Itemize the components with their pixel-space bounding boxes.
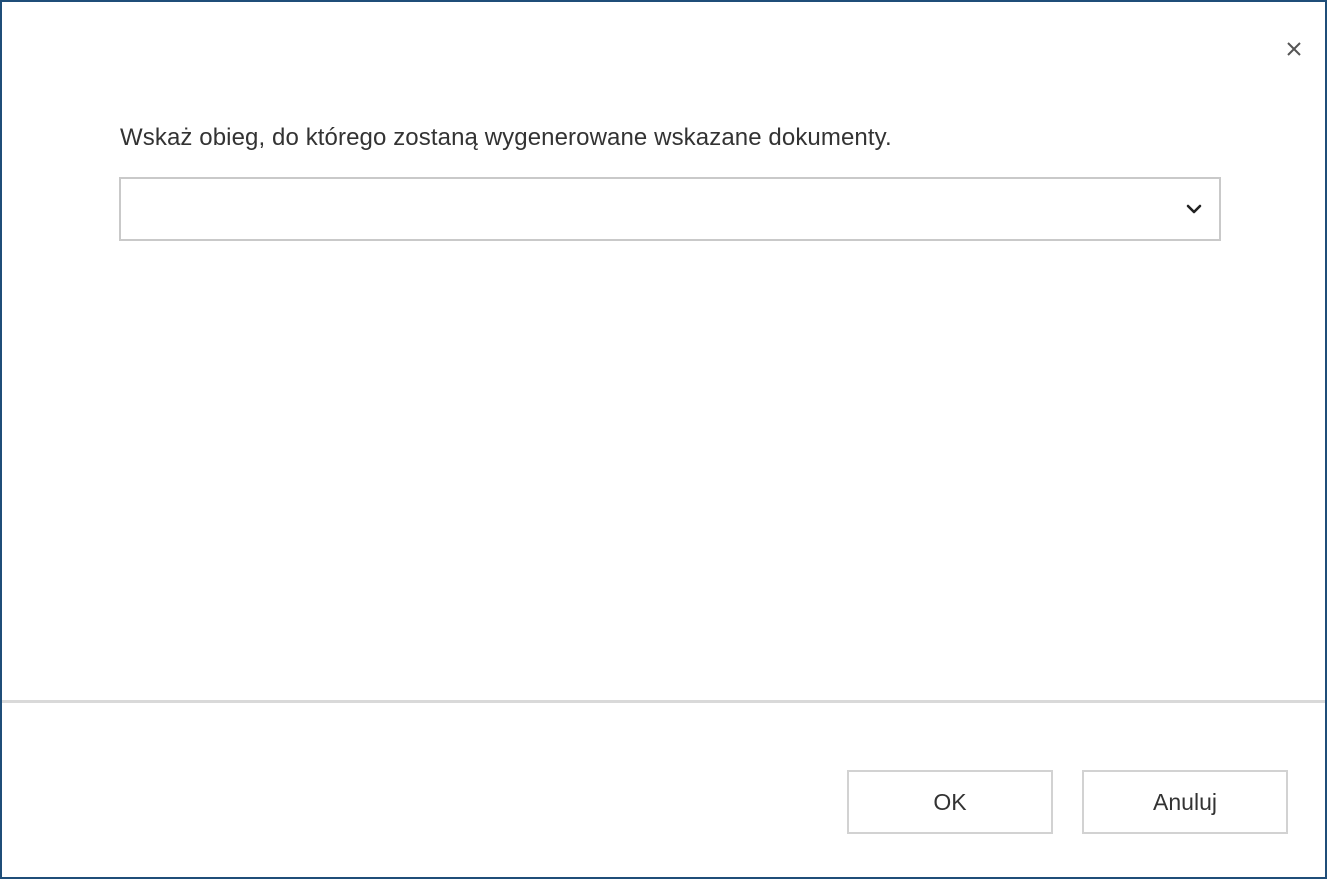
close-icon — [1287, 42, 1301, 56]
cancel-button[interactable]: Anuluj — [1082, 770, 1288, 834]
dialog-window: Wskaż obieg, do którego zostaną wygenero… — [0, 0, 1327, 879]
workflow-select[interactable] — [119, 177, 1221, 241]
footer-divider — [2, 700, 1325, 703]
chevron-down-icon — [1186, 204, 1202, 214]
dialog-prompt: Wskaż obieg, do którego zostaną wygenero… — [120, 124, 892, 151]
ok-button[interactable]: OK — [847, 770, 1053, 834]
close-button[interactable] — [1283, 38, 1305, 60]
